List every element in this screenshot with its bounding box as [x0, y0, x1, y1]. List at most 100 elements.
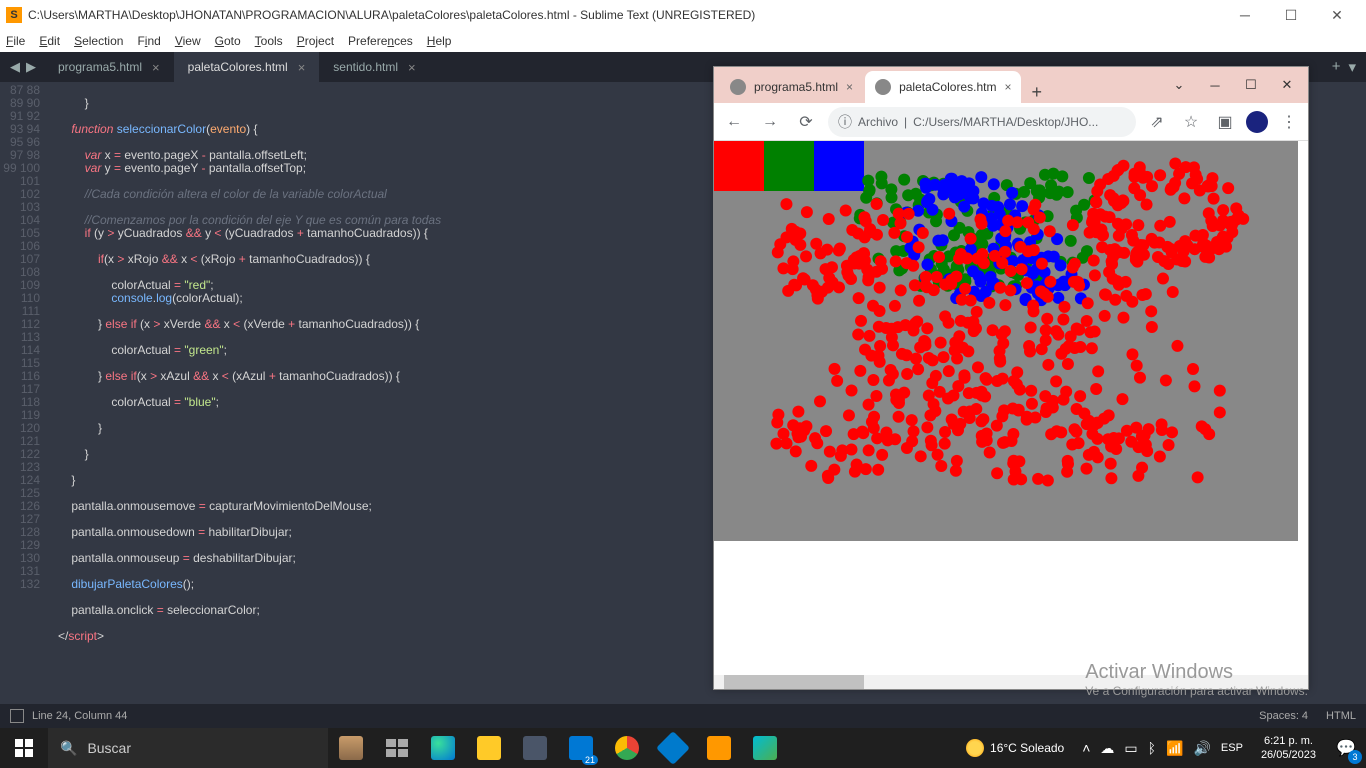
sidepanel-icon[interactable]: ▣: [1212, 109, 1238, 135]
window-titlebar: S C:\Users\MARTHA\Desktop\JHONATAN\PROGR…: [0, 0, 1366, 30]
keyboard-lang[interactable]: ESP: [1221, 742, 1243, 754]
search-icon: 🔍: [60, 740, 77, 757]
close-icon[interactable]: ×: [846, 80, 853, 94]
window-title: C:\Users\MARTHA\Desktop\JHONATAN\PROGRAM…: [28, 8, 1222, 22]
close-icon[interactable]: ×: [298, 60, 306, 75]
bluetooth-icon[interactable]: ᛒ: [1148, 740, 1156, 756]
menu-file[interactable]: File: [6, 34, 25, 48]
chevron-down-icon[interactable]: ⌄: [1164, 73, 1194, 97]
close-icon[interactable]: ×: [408, 60, 416, 75]
taskbar-sublime[interactable]: [696, 728, 742, 768]
menu-help[interactable]: Help: [427, 34, 452, 48]
addr-path: C:/Users/MARTHA/Desktop/JHO...: [913, 115, 1098, 129]
browser-tab-label: programa5.html: [754, 80, 838, 94]
tab-label: sentido.html: [333, 60, 398, 74]
taskbar: 🔍 Buscar 21 16°C Soleado ˄ ☁ ▭ ᛒ 📶 🔊 ESP…: [0, 728, 1366, 768]
paint-strokes: [714, 141, 1298, 541]
taskbar-vscode[interactable]: [650, 728, 696, 768]
tab-sentido[interactable]: sentido.html ×: [319, 52, 429, 82]
menu-bar: File Edit Selection Find View Goto Tools…: [0, 30, 1366, 52]
taskbar-search[interactable]: 🔍 Buscar: [48, 728, 328, 768]
system-tray[interactable]: ˄ ☁ ▭ ᛒ 📶 🔊 ESP: [1074, 740, 1251, 757]
back-button[interactable]: ←: [720, 108, 748, 136]
weather-text: 16°C Soleado: [990, 741, 1064, 755]
close-button[interactable]: ✕: [1314, 0, 1360, 30]
taskbar-edge[interactable]: [420, 728, 466, 768]
tab-prev-icon[interactable]: ◀: [10, 59, 20, 75]
taskbar-mail[interactable]: 21: [558, 728, 604, 768]
scrollbar-thumb[interactable]: [724, 675, 864, 689]
favicon-icon: [730, 79, 746, 95]
menu-icon[interactable]: ⋮: [1276, 109, 1302, 135]
tab-label: paletaColores.html: [188, 60, 288, 74]
browser-toolbar: ← → ⟳ ⓘ Archivo | C:/Users/MARTHA/Deskto…: [714, 103, 1308, 141]
clock-time: 6:21 p. m.: [1261, 734, 1316, 748]
volume-icon[interactable]: 🔊: [1193, 740, 1210, 757]
address-bar[interactable]: ⓘ Archivo | C:/Users/MARTHA/Desktop/JHO.…: [828, 107, 1136, 137]
browser-maximize-button[interactable]: ☐: [1236, 73, 1266, 97]
new-tab-icon[interactable]: +: [1332, 58, 1341, 76]
tab-programa5[interactable]: programa5.html ×: [44, 52, 174, 82]
sublime-logo: S: [6, 7, 22, 23]
browser-viewport: [714, 141, 1308, 541]
share-icon[interactable]: ⇗: [1144, 109, 1170, 135]
status-bar: Line 24, Column 44 Spaces: 4 HTML: [0, 704, 1366, 728]
menu-find[interactable]: Find: [137, 34, 160, 48]
line-gutter: 87 88 89 90 91 92 93 94 95 96 97 98 99 1…: [0, 82, 48, 706]
profile-icon[interactable]: [1246, 111, 1268, 133]
taskview-button[interactable]: [374, 728, 420, 768]
notification-badge: 3: [1348, 750, 1362, 764]
start-button[interactable]: [0, 728, 48, 768]
taskbar-explorer[interactable]: [466, 728, 512, 768]
browser-tab-programa5[interactable]: programa5.html ×: [720, 71, 863, 103]
favicon-icon: [875, 79, 891, 95]
close-icon[interactable]: ×: [152, 60, 160, 75]
browser-minimize-button[interactable]: ─: [1200, 73, 1230, 97]
menu-project[interactable]: Project: [297, 34, 334, 48]
weather-widget[interactable]: 16°C Soleado: [956, 739, 1074, 757]
horizontal-scrollbar[interactable]: [714, 675, 1308, 689]
cursor-position: Line 24, Column 44: [32, 710, 127, 722]
taskbar-chrome[interactable]: [604, 728, 650, 768]
wifi-icon[interactable]: 📶: [1166, 740, 1183, 757]
taskbar-store[interactable]: [512, 728, 558, 768]
syntax-setting[interactable]: HTML: [1326, 710, 1356, 722]
panel-icon[interactable]: [10, 709, 24, 723]
meet-now-icon[interactable]: ▭: [1124, 740, 1137, 757]
tab-label: programa5.html: [58, 60, 142, 74]
star-icon[interactable]: ☆: [1178, 109, 1204, 135]
reload-button[interactable]: ⟳: [792, 108, 820, 136]
close-icon[interactable]: ×: [1004, 80, 1011, 94]
cortana-icon[interactable]: [328, 728, 374, 768]
maximize-button[interactable]: ☐: [1268, 0, 1314, 30]
tab-next-icon[interactable]: ▶: [26, 59, 36, 75]
menu-edit[interactable]: Edit: [39, 34, 60, 48]
drawing-canvas[interactable]: [714, 141, 1298, 541]
sun-icon: [966, 739, 984, 757]
onedrive-icon[interactable]: ☁: [1100, 740, 1114, 757]
tab-menu-icon[interactable]: ▾: [1348, 58, 1356, 76]
menu-preferences[interactable]: Preferences: [348, 34, 413, 48]
taskbar-photos[interactable]: [742, 728, 788, 768]
chevron-up-icon[interactable]: ˄: [1082, 740, 1090, 756]
menu-tools[interactable]: Tools: [255, 34, 283, 48]
notifications-button[interactable]: 💬 3: [1326, 728, 1366, 768]
forward-button[interactable]: →: [756, 108, 784, 136]
menu-selection[interactable]: Selection: [74, 34, 123, 48]
tab-paletacolores[interactable]: paletaColores.html ×: [174, 52, 320, 82]
browser-tab-label: paletaColores.htm: [899, 80, 996, 94]
menu-view[interactable]: View: [175, 34, 201, 48]
browser-close-button[interactable]: ✕: [1272, 73, 1302, 97]
clock[interactable]: 6:21 p. m. 26/05/2023: [1251, 734, 1326, 762]
browser-window: programa5.html × paletaColores.htm × + ⌄…: [713, 66, 1309, 690]
clock-date: 26/05/2023: [1261, 748, 1316, 762]
addr-prefix: Archivo: [858, 115, 898, 129]
browser-tab-paletacolores[interactable]: paletaColores.htm ×: [865, 71, 1021, 103]
search-placeholder: Buscar: [87, 740, 131, 756]
indent-setting[interactable]: Spaces: 4: [1259, 710, 1308, 722]
minimize-button[interactable]: ─: [1222, 0, 1268, 30]
browser-tabstrip: programa5.html × paletaColores.htm × + ⌄…: [714, 67, 1308, 103]
info-icon[interactable]: ⓘ: [838, 112, 852, 132]
new-tab-button[interactable]: +: [1023, 82, 1050, 103]
menu-goto[interactable]: Goto: [215, 34, 241, 48]
